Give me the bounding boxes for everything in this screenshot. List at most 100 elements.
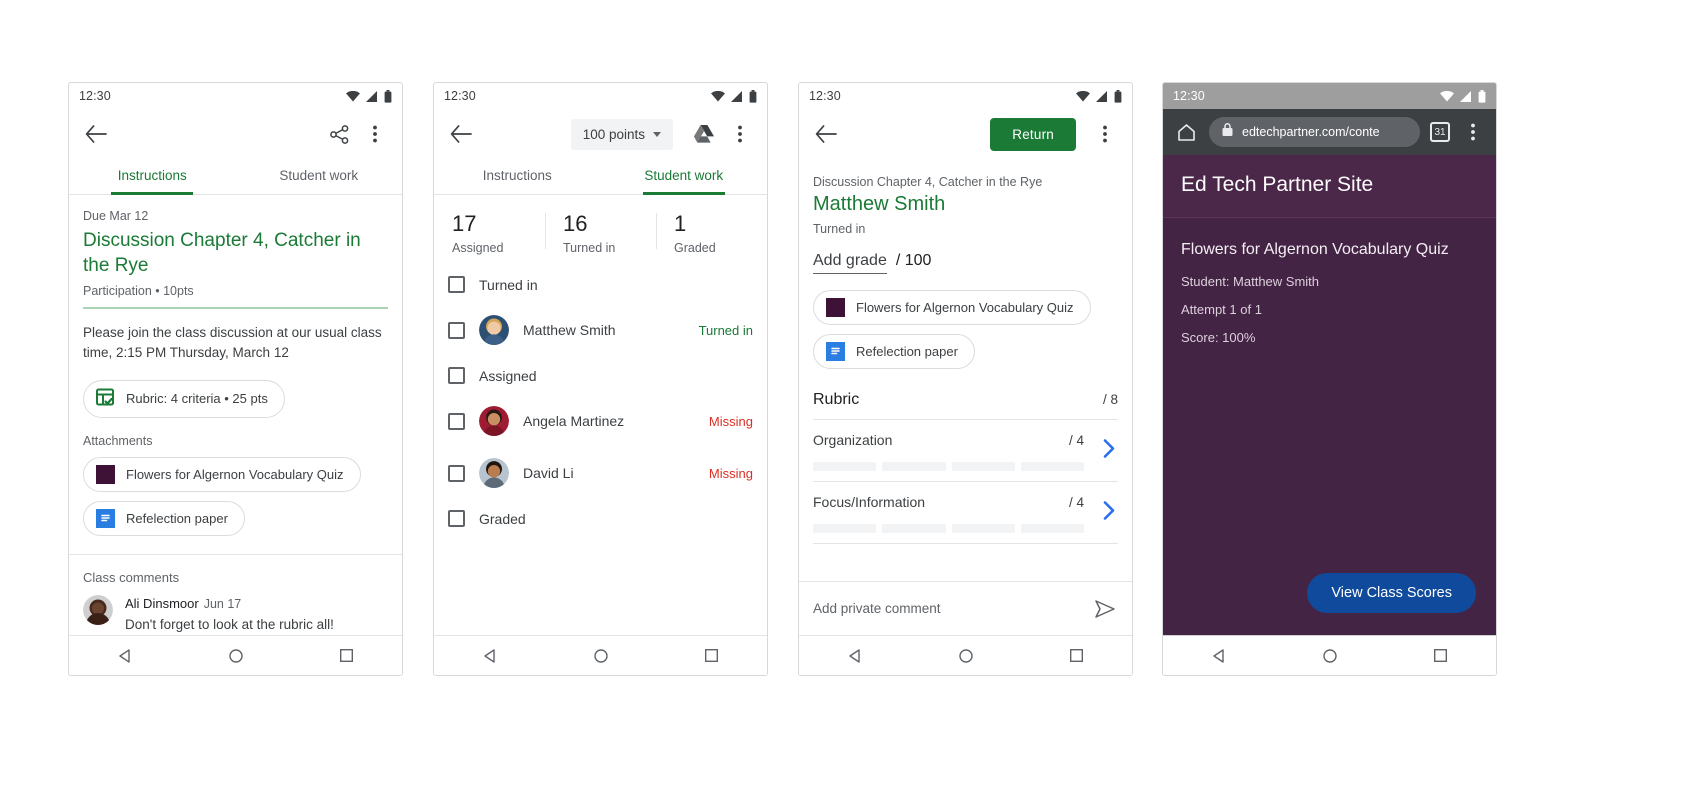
class-comments-section: Class comments Ali Dinsmoor Jun 17 Don't … [69, 570, 402, 635]
attachment-label: Refelection paper [856, 344, 958, 359]
status-clock: 12:30 [79, 89, 111, 103]
section-divider [69, 553, 402, 555]
attachment-item: Refelection paper [83, 500, 388, 536]
tab-instructions[interactable]: Instructions [434, 159, 601, 194]
attachment-chip-quiz[interactable]: Flowers for Algernon Vocabulary Quiz [83, 456, 361, 492]
nav-home-icon[interactable] [1317, 643, 1343, 669]
back-arrow-icon[interactable] [448, 121, 474, 147]
web-page-content: Ed Tech Partner Site Flowers for Algerno… [1163, 155, 1496, 635]
attachment-label: Flowers for Algernon Vocabulary Quiz [856, 300, 1074, 315]
row-checkbox[interactable] [448, 412, 465, 430]
stat-caption: Graded [674, 241, 716, 255]
more-options-icon[interactable] [1460, 119, 1486, 145]
private-comment-input[interactable]: Add private comment [813, 601, 941, 616]
assignment-detail-content: Due Mar 12 Discussion Chapter 4, Catcher… [69, 195, 402, 635]
rubric-chip[interactable]: Rubric: 4 criteria • 25 pts [83, 379, 285, 418]
status-clock: 12:30 [444, 89, 476, 103]
student-name: David Li [523, 465, 574, 481]
back-arrow-icon[interactable] [83, 121, 109, 147]
tab-instructions[interactable]: Instructions [69, 159, 236, 194]
home-icon[interactable] [1173, 119, 1199, 145]
rubric-criterion-row[interactable]: Organization / 4 [813, 419, 1118, 481]
nav-back-icon[interactable] [112, 643, 138, 669]
nav-back-icon[interactable] [477, 643, 503, 669]
phone-mockup-browser: 12:30 edtechpartner.com/conte 31 Ed Tech… [1162, 82, 1497, 676]
rubric-bottom-rule [813, 543, 1118, 544]
stat-number: 1 [674, 211, 687, 236]
group-header-graded[interactable]: Graded [434, 499, 767, 538]
points-dropdown[interactable]: 100 points [570, 118, 673, 150]
nav-recents-icon[interactable] [699, 643, 725, 669]
student-name: Matthew Smith [813, 193, 946, 215]
purple-swatch-icon [96, 464, 115, 484]
view-class-scores-button[interactable]: View Class Scores [1307, 573, 1476, 613]
tab-counter[interactable]: 31 [1430, 122, 1450, 142]
comment-item[interactable]: Ali Dinsmoor Jun 17 Don't forget to look … [83, 594, 388, 635]
status-clock: 12:30 [1173, 89, 1205, 103]
more-options-icon[interactable] [362, 121, 388, 147]
battery-icon [749, 89, 757, 103]
add-grade-input[interactable]: Add grade [813, 252, 887, 274]
criterion-name: Organization [813, 432, 893, 448]
assignment-subline: Participation • 10pts [83, 284, 194, 299]
row-checkbox[interactable] [448, 321, 465, 339]
group-header-turned-in[interactable]: Turned in [434, 265, 767, 304]
table-row[interactable]: Matthew Smith Turned in [434, 304, 767, 356]
send-icon[interactable] [1092, 596, 1118, 622]
signal-icon [366, 90, 378, 102]
site-title: Ed Tech Partner Site [1181, 173, 1374, 196]
attachment-chip-paper[interactable]: Refelection paper [83, 500, 245, 536]
level-bar [813, 462, 877, 471]
level-bar [1020, 524, 1084, 533]
tab-student-work[interactable]: Student work [236, 159, 403, 194]
tab-student-work[interactable]: Student work [601, 159, 768, 194]
table-row[interactable]: Angela Martinez Missing [434, 395, 767, 447]
group-header-assigned[interactable]: Assigned [434, 356, 767, 395]
nav-recents-icon[interactable] [1064, 643, 1090, 669]
select-all-checkbox[interactable] [448, 276, 465, 293]
select-all-checkbox[interactable] [448, 510, 465, 527]
comment-date: Jun 17 [203, 596, 242, 611]
status-bar: 12:30 [1163, 83, 1496, 109]
level-bar [951, 524, 1015, 533]
rubric-criterion-row[interactable]: Focus/Information / 4 [813, 481, 1118, 543]
level-bar [882, 462, 946, 471]
app-bar: Return [799, 109, 1132, 159]
nav-back-icon[interactable] [1206, 643, 1232, 669]
status-bar: 12:30 [69, 83, 402, 109]
nav-recents-icon[interactable] [1428, 643, 1454, 669]
battery-icon [1478, 89, 1486, 103]
more-options-icon[interactable] [727, 121, 753, 147]
nav-back-icon[interactable] [842, 643, 868, 669]
nav-home-icon[interactable] [223, 643, 249, 669]
nav-recents-icon[interactable] [334, 643, 360, 669]
attachment-chip-quiz[interactable]: Flowers for Algernon Vocabulary Quiz [813, 290, 1091, 325]
address-bar[interactable]: edtechpartner.com/conte [1209, 117, 1420, 147]
rubric-chip-label: Rubric: 4 criteria • 25 pts [126, 391, 268, 407]
more-options-icon[interactable] [1092, 121, 1118, 147]
quiz-title: Flowers for Algernon Vocabulary Quiz [1181, 241, 1449, 258]
quiz-attempt: Attempt 1 of 1 [1181, 301, 1262, 317]
private-comment-bar: Add private comment [799, 581, 1132, 635]
grade-max: / 100 [895, 252, 932, 269]
chevron-right-icon[interactable] [1103, 438, 1116, 463]
grading-content: Discussion Chapter 4, Catcher in the Rye… [799, 159, 1132, 635]
phone-mockup-student-work: 12:30 100 points Instructions Student wo… [433, 82, 768, 676]
signal-icon [1460, 90, 1472, 102]
rubric-total: / 8 [1102, 392, 1118, 407]
chevron-right-icon[interactable] [1103, 500, 1116, 525]
attachment-chip-paper[interactable]: Refelection paper [813, 334, 975, 369]
nav-home-icon[interactable] [588, 643, 614, 669]
back-arrow-icon[interactable] [813, 121, 839, 147]
status-system-icons [1076, 89, 1122, 103]
wifi-icon [711, 90, 725, 102]
share-icon[interactable] [326, 121, 352, 147]
return-button[interactable]: Return [990, 117, 1076, 151]
table-row[interactable]: David Li Missing [434, 447, 767, 499]
stat-number: 16 [563, 211, 588, 236]
nav-home-icon[interactable] [953, 643, 979, 669]
drive-icon[interactable] [691, 121, 717, 147]
select-all-checkbox[interactable] [448, 367, 465, 384]
row-checkbox[interactable] [448, 464, 465, 482]
purple-swatch-icon [826, 298, 845, 317]
